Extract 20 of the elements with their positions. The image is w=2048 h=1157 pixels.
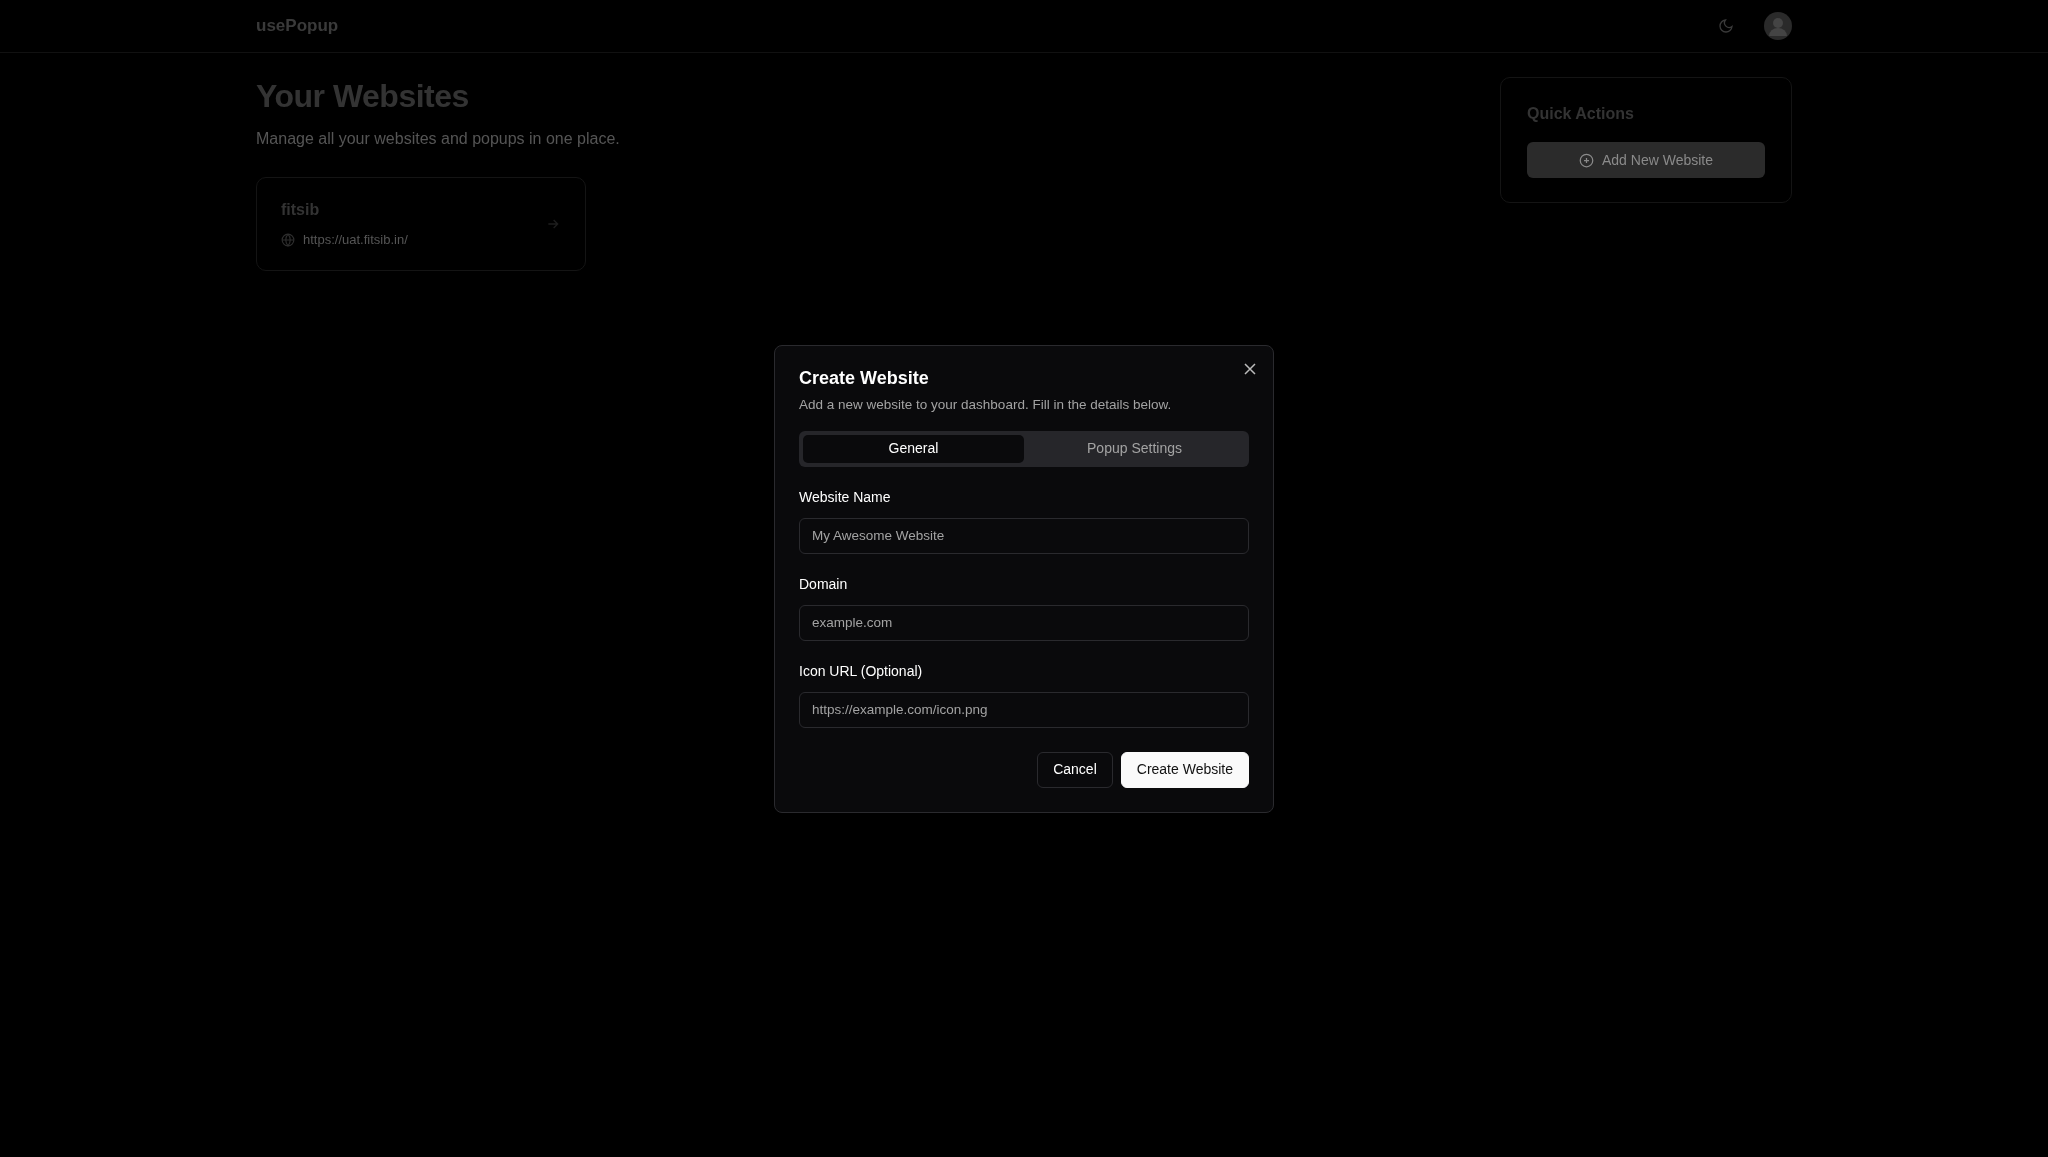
input-field[interactable]: https://example.com/icon.png bbox=[799, 691, 1249, 728]
input-field[interactable]: example.com bbox=[799, 604, 1249, 641]
add-website-button[interactable]: Add New Website bbox=[1527, 142, 1765, 178]
page-subtitle: Manage all your websites and popups in one place. bbox=[256, 129, 620, 150]
website-url: https://uat.fitsib.in/ bbox=[303, 231, 408, 250]
field-label: Icon URL (Optional) bbox=[799, 661, 924, 681]
avatar-icon[interactable] bbox=[1764, 12, 1792, 40]
cancel-button[interactable]: Cancel bbox=[1037, 751, 1113, 788]
plus-circle-icon bbox=[1579, 152, 1594, 168]
tab[interactable]: Popup Settings bbox=[1024, 434, 1245, 463]
close-icon[interactable] bbox=[1243, 362, 1257, 376]
moon-icon[interactable] bbox=[1718, 18, 1734, 34]
dialog-description: Add a new website to your dashboard. Fill in the details below. bbox=[799, 395, 1173, 414]
tab[interactable]: General bbox=[803, 434, 1024, 463]
globe-icon bbox=[281, 233, 295, 248]
field-label: Website Name bbox=[799, 487, 892, 507]
dialog-title: Create Website bbox=[799, 368, 930, 390]
field-label: Domain bbox=[799, 574, 849, 594]
create-button[interactable]: Create Website bbox=[1120, 751, 1249, 788]
input-field[interactable]: My Awesome Website bbox=[799, 517, 1249, 554]
